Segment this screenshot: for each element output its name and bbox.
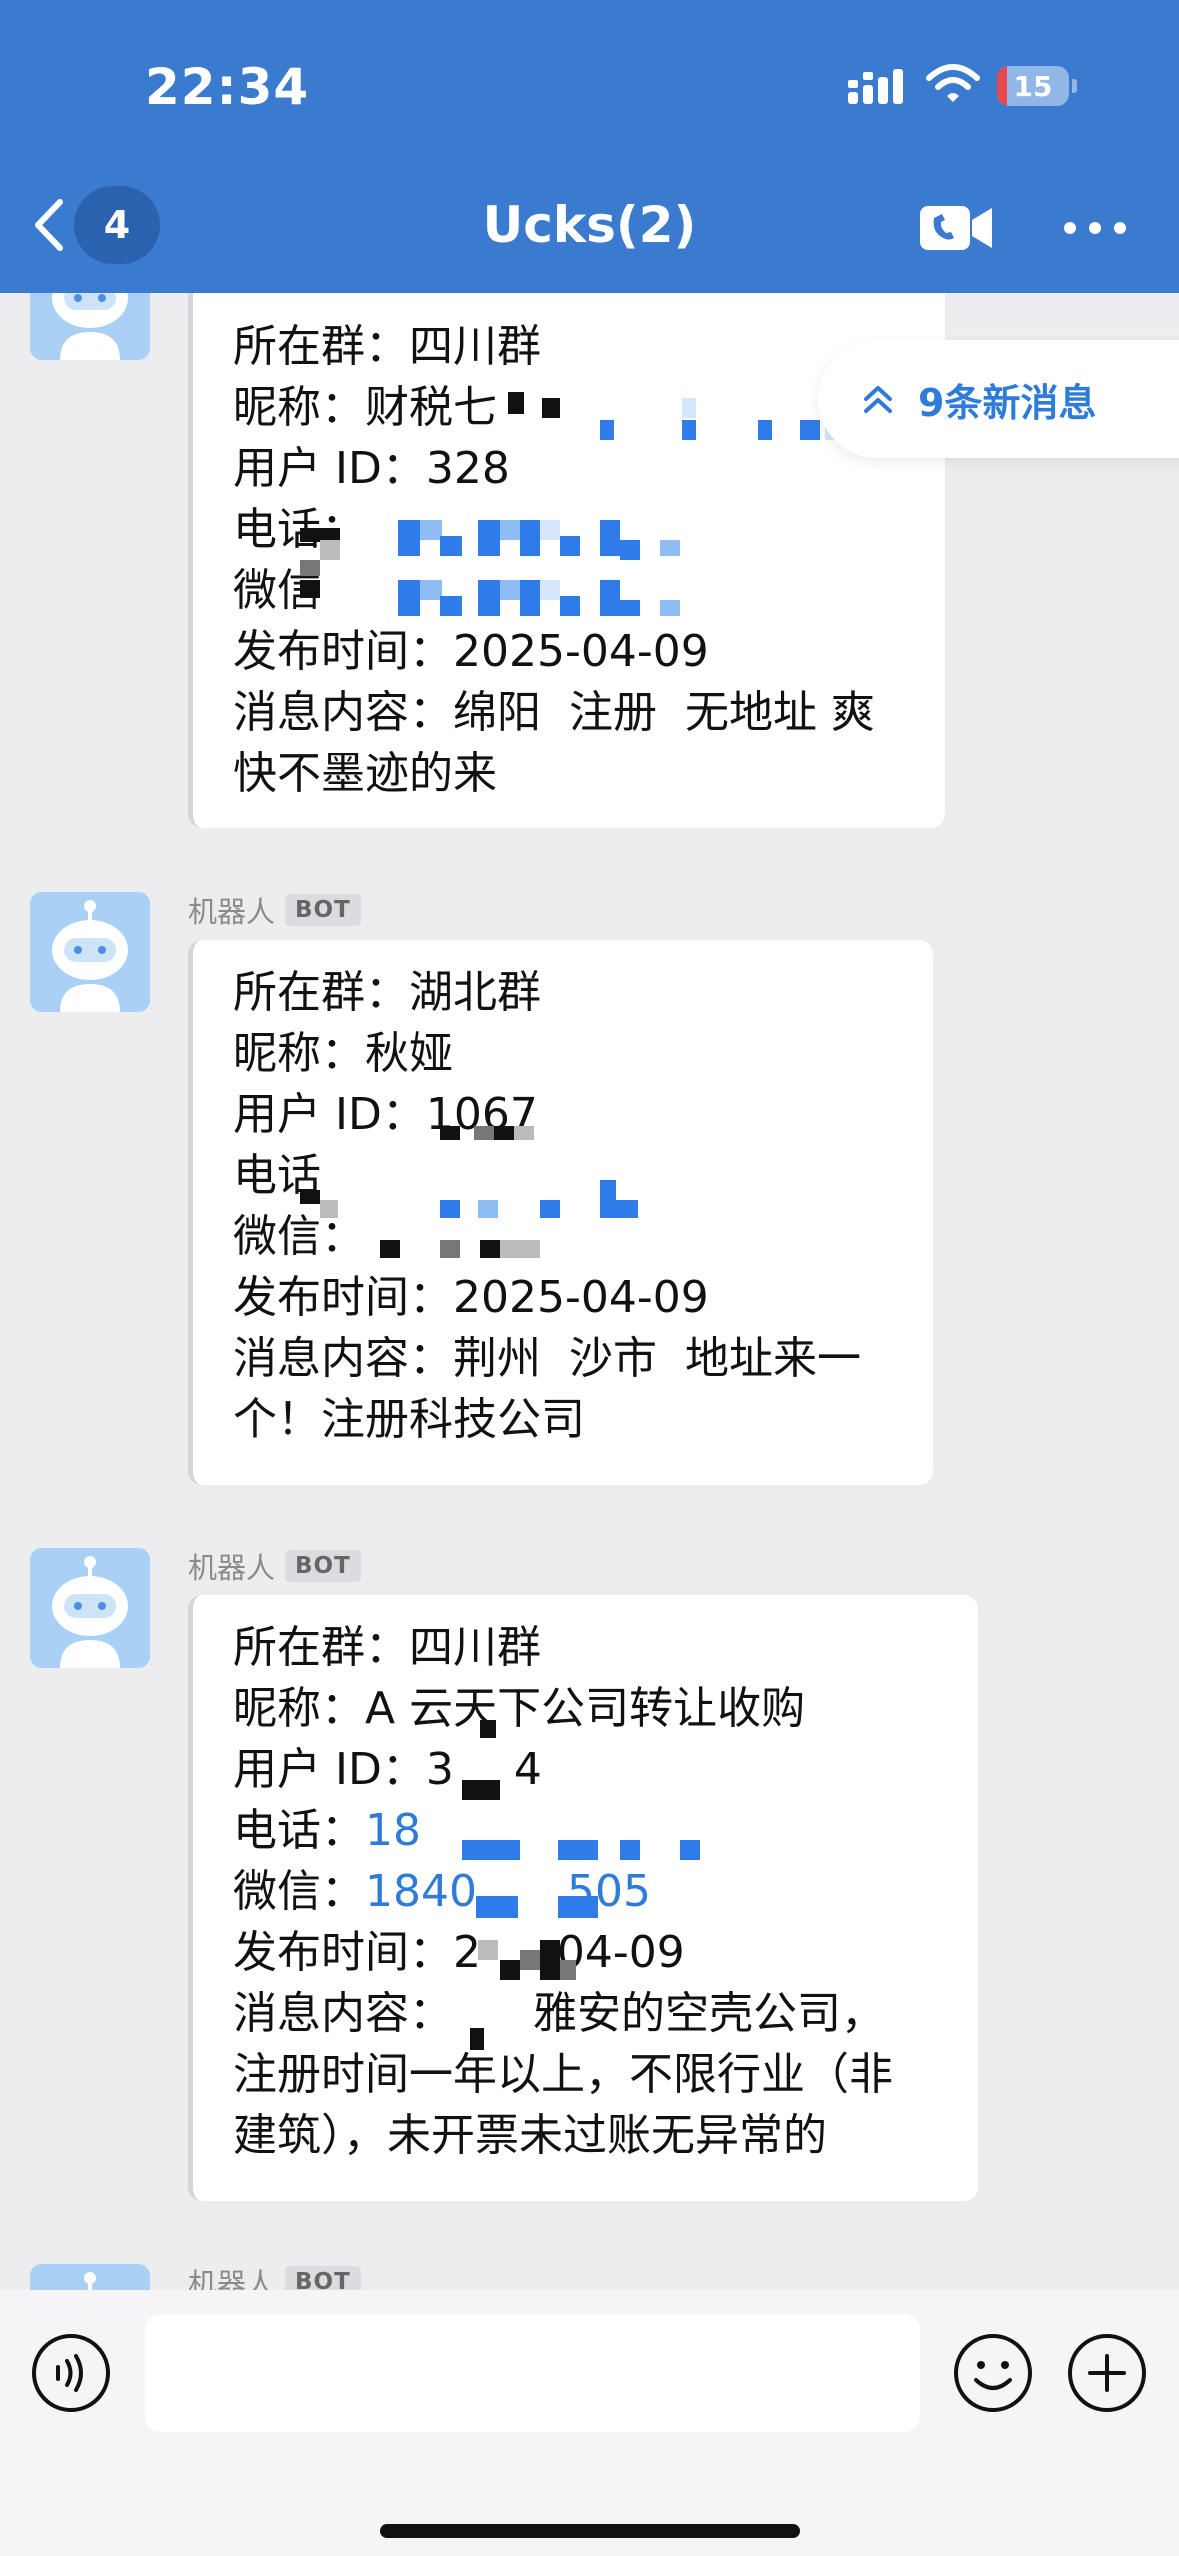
- video-call-icon[interactable]: [918, 200, 994, 256]
- add-attachment-icon[interactable]: [1066, 2332, 1148, 2414]
- sender-label: 机器人: [188, 895, 276, 929]
- double-chevron-up-icon: [864, 386, 892, 413]
- message-bubble[interactable]: 所在群：湖北群 昵称：秋娅 用户 ID：1067 电话 微信： 发布时间：202…: [188, 940, 933, 1485]
- content-line: 注册时间一年以上，不限行业（非: [233, 2049, 893, 2100]
- new-messages-label: 9条新消息: [918, 380, 1097, 425]
- wechat-label: 微信：: [233, 1866, 365, 1917]
- input-bar: [0, 2290, 1179, 2556]
- bot-badge: BOT: [285, 1550, 361, 1582]
- publish-time-line: 发布时间：2025-04-09: [233, 626, 709, 677]
- sender-name: 机器人 BOT: [188, 2261, 361, 2290]
- bot-avatar[interactable]: [30, 892, 150, 1012]
- voice-input-icon[interactable]: [30, 2332, 112, 2414]
- sender-label: 机器人: [188, 2267, 276, 2290]
- content-line: 建筑），未开票未过账无异常的: [233, 2110, 827, 2161]
- user-id-line: 用户 ID：3 4: [233, 1739, 948, 1800]
- bot-avatar[interactable]: [30, 1548, 150, 1668]
- status-time: 22:34: [145, 58, 310, 116]
- wifi-icon: [926, 64, 980, 102]
- bot-badge: BOT: [285, 2266, 361, 2290]
- nickname-line: 昵称：A 云天下公司转让收购: [233, 1683, 806, 1734]
- phone-label: 电话：: [233, 1805, 365, 1856]
- content-line: 消息内容：荆州 沙市 地址来一: [233, 1333, 861, 1384]
- phone-link[interactable]: 18: [365, 1805, 421, 1856]
- content-line: 消息内容： 雅安的空壳公司，: [233, 1983, 948, 2044]
- content-tail: 雅安的空壳公司，: [533, 1988, 885, 2039]
- publish-time-label: 发布时间：2: [233, 1927, 481, 1978]
- group-line: 所在群：四川群: [233, 321, 541, 372]
- user-id-line: 用户 ID：328: [233, 443, 510, 494]
- content-label: 消息内容：: [233, 1988, 453, 2039]
- group-line: 所在群：四川群: [233, 1622, 541, 1673]
- battery-level: 15: [1013, 70, 1053, 103]
- message-input[interactable]: [145, 2314, 920, 2432]
- sender-label: 机器人: [188, 1551, 276, 1585]
- battery-indicator: 15: [997, 66, 1069, 106]
- chat-title: Ucks(2): [482, 196, 697, 254]
- emoji-icon[interactable]: [952, 2332, 1034, 2414]
- content-line: 消息内容：绵阳 注册 无地址 爽: [233, 687, 875, 738]
- bot-avatar[interactable]: [30, 2264, 150, 2290]
- cellular-signal-icon: [848, 69, 903, 104]
- publish-time-line: 发布时间：2025-04-09: [233, 1272, 709, 1323]
- content-line: 快不墨迹的来: [233, 748, 497, 799]
- sender-name: 机器人 BOT: [188, 889, 361, 931]
- phone-line: 电话: [233, 1150, 321, 1201]
- home-indicator: [380, 2524, 800, 2538]
- sender-name: 机器人 BOT: [188, 1545, 361, 1587]
- group-line: 所在群：湖北群: [233, 967, 541, 1018]
- user-id-tail: 4: [513, 1744, 542, 1795]
- content-line: 个！注册科技公司: [233, 1394, 585, 1445]
- more-options-icon[interactable]: [1060, 212, 1130, 244]
- nickname-line: 昵称：秋娅: [233, 1028, 453, 1079]
- new-messages-button[interactable]: 9条新消息: [818, 340, 1179, 458]
- bot-badge: BOT: [285, 894, 361, 926]
- user-id-text: 用户 ID：3: [233, 1744, 454, 1795]
- publish-time-line: 发布时间：2 -04-09: [233, 1922, 948, 1983]
- chat-header: 22:34 15 4 Ucks(2): [0, 0, 1179, 293]
- wechat-link[interactable]: 1840: [365, 1866, 477, 1917]
- user-id-line: 用户 ID：1067: [233, 1089, 538, 1140]
